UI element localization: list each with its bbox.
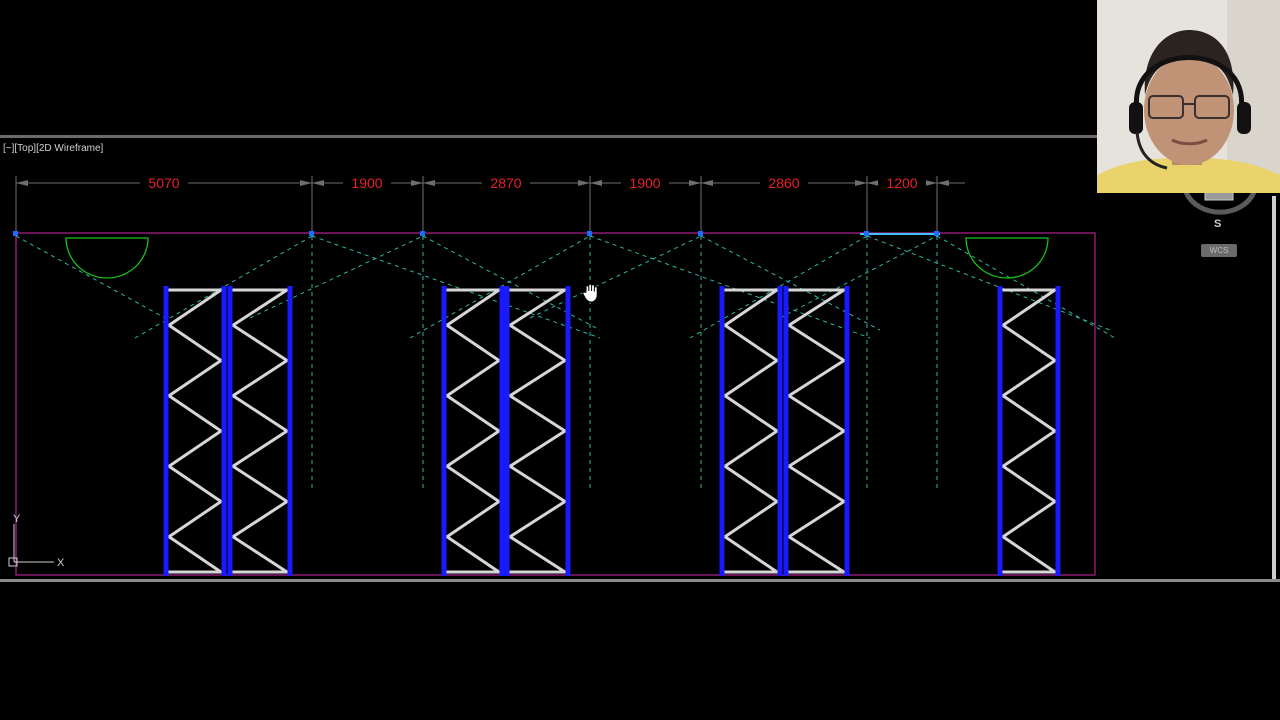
dimension-value[interactable]: 5070 xyxy=(148,175,179,191)
dimension-value[interactable]: 1900 xyxy=(629,175,660,191)
warehouse-boundary xyxy=(15,232,1096,576)
cad-drawing-canvas[interactable]: 5070 1900 2870 1900 2860 1200 xyxy=(0,0,1280,720)
rack-frame xyxy=(163,286,227,576)
wcs-menu-button[interactable]: WCS xyxy=(1201,244,1237,257)
dimension-value[interactable]: 2870 xyxy=(490,175,521,191)
dimension-value[interactable]: 1200 xyxy=(886,175,917,191)
webcam-overlay xyxy=(1097,0,1280,193)
pan-hand-icon xyxy=(582,283,598,303)
door-arc-left xyxy=(65,237,149,279)
dimension-value[interactable]: 1900 xyxy=(351,175,382,191)
rack-frame xyxy=(997,286,1061,576)
dimension-value[interactable]: 2860 xyxy=(768,175,799,191)
compass-south-label[interactable]: S xyxy=(1214,218,1221,230)
ucs-x-label: X xyxy=(57,557,65,569)
rack-frame xyxy=(719,286,783,576)
presenter-video-icon xyxy=(1097,0,1280,193)
rack-frame xyxy=(783,286,850,576)
ucs-icon: Y X xyxy=(8,513,65,569)
rack-frames xyxy=(163,286,1061,576)
rack-frame xyxy=(227,286,293,576)
ucs-y-label: Y xyxy=(13,513,21,525)
door-arc-right xyxy=(965,237,1049,279)
rack-frame xyxy=(441,286,505,576)
rack-frame xyxy=(504,286,571,576)
